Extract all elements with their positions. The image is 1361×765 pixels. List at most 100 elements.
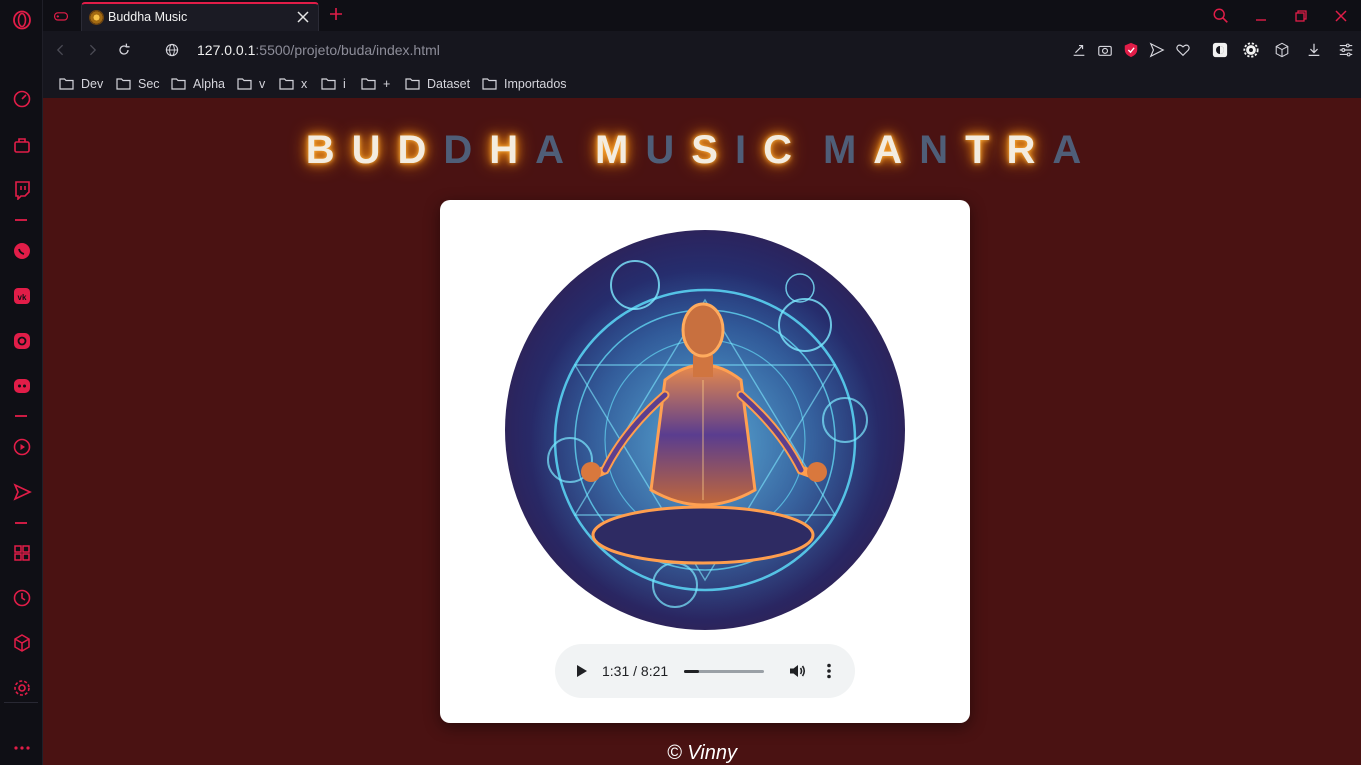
bookmark-folder[interactable]: Dev	[59, 75, 103, 92]
site-info-icon[interactable]	[162, 40, 182, 60]
reload-icon[interactable]	[114, 40, 134, 60]
sidebar-separator	[15, 522, 27, 524]
forward-icon[interactable]	[82, 40, 102, 60]
folder-icon	[361, 78, 376, 90]
folder-icon	[116, 78, 131, 90]
page-title: BUDDHA MUSIC MANTRA	[43, 128, 1361, 173]
title-letter: A	[1052, 128, 1099, 172]
title-letter: U	[645, 128, 692, 172]
more-icon[interactable]	[11, 737, 33, 759]
title-letter: M	[822, 128, 874, 172]
sidebar-separator	[15, 219, 27, 221]
minimize-icon[interactable]	[1241, 0, 1281, 31]
folder-icon	[321, 78, 336, 90]
sidebar-separator	[4, 702, 38, 703]
bookmark-label: Dataset	[427, 76, 471, 91]
easy-setup-icon[interactable]	[1337, 41, 1355, 59]
discord-icon[interactable]	[11, 375, 33, 397]
heart-icon[interactable]	[1174, 41, 1192, 59]
player-card: 1:31 / 8:21	[440, 200, 970, 723]
folder-icon	[482, 78, 497, 90]
dark-mode-icon[interactable]	[1211, 41, 1229, 59]
title-letter: R	[1006, 128, 1053, 172]
send-icon[interactable]	[11, 481, 33, 503]
album-art-image	[505, 230, 905, 630]
bookmark-folder[interactable]: +	[361, 75, 390, 92]
folder-icon	[237, 78, 252, 90]
bookmark-folder[interactable]: i	[321, 75, 346, 92]
footer-credit: © Vinny	[667, 742, 737, 764]
instagram-icon[interactable]	[11, 330, 33, 352]
bookmark-label: Dev	[81, 76, 104, 91]
bookmark-label: Alpha	[193, 76, 225, 91]
close-window-icon[interactable]	[1321, 0, 1361, 31]
flow-send-icon[interactable]	[1148, 41, 1166, 59]
player-icon[interactable]	[11, 436, 33, 458]
bookmark-folder[interactable]: Importados	[482, 75, 567, 92]
download-icon[interactable]	[1305, 41, 1323, 59]
restore-icon[interactable]	[1281, 0, 1321, 31]
url-path: :5500/projeto/buda/index.html	[255, 42, 440, 58]
title-letter: B	[305, 128, 352, 172]
whatsapp-icon[interactable]	[11, 240, 33, 262]
extensions-gear-icon[interactable]	[1242, 41, 1260, 59]
favicon-icon	[89, 10, 104, 25]
title-letter: H	[489, 128, 536, 172]
title-letter: A	[873, 128, 920, 172]
new-tab-icon[interactable]	[327, 5, 345, 23]
settings-icon[interactable]	[11, 677, 33, 699]
title-letter: M	[595, 128, 646, 172]
bookmark-label: Importados	[504, 76, 567, 91]
title-letter: C	[763, 128, 809, 172]
bookmark-folder[interactable]: v	[237, 75, 265, 92]
tab-bar: Buddha Music	[43, 0, 1361, 31]
tab-title: Buddha Music	[108, 10, 188, 24]
close-tab-icon[interactable]	[295, 9, 311, 25]
cube-icon[interactable]	[1273, 41, 1291, 59]
bookmark-folder[interactable]: Alpha	[171, 75, 225, 92]
bookmark-folder[interactable]: Sec	[116, 75, 160, 92]
title-letter	[581, 128, 595, 173]
bookmark-label: v	[259, 76, 266, 91]
folder-icon	[405, 78, 420, 90]
history-icon[interactable]	[11, 587, 33, 609]
vk-icon[interactable]: vk	[11, 285, 33, 307]
url-field[interactable]: 127.0.0.1:5500/projeto/buda/index.html	[197, 42, 440, 58]
shopping-icon[interactable]	[11, 134, 33, 156]
sidebar-separator	[15, 415, 27, 417]
more-options-icon[interactable]	[819, 661, 839, 681]
bookmarks-bar: Dev Sec Alpha v x i + Dataset Importados	[43, 69, 1361, 98]
title-letter: N	[919, 128, 966, 172]
adblock-shield-icon[interactable]	[1122, 41, 1140, 59]
share-icon[interactable]	[1070, 41, 1088, 59]
camera-icon[interactable]	[1096, 41, 1114, 59]
progress-fill	[684, 670, 699, 673]
folder-icon	[279, 78, 294, 90]
speed-dial-icon[interactable]	[11, 88, 33, 110]
time-display: 1:31 / 8:21	[602, 663, 669, 679]
search-tabs-icon[interactable]	[1201, 0, 1241, 31]
address-bar: 127.0.0.1:5500/projeto/buda/index.html	[43, 31, 1361, 69]
twitch-icon[interactable]	[11, 179, 33, 201]
title-letter	[809, 128, 823, 173]
play-icon[interactable]	[571, 661, 591, 681]
opera-logo-icon[interactable]	[11, 9, 33, 31]
bookmark-folder[interactable]: x	[279, 75, 307, 92]
audio-player: 1:31 / 8:21	[555, 644, 855, 698]
volume-icon[interactable]	[787, 661, 807, 681]
title-letter: T	[965, 128, 1007, 172]
bookmark-label: +	[383, 76, 391, 91]
progress-slider[interactable]	[684, 670, 764, 673]
browser-sidebar: vk	[0, 0, 43, 765]
apps-icon[interactable]	[11, 542, 33, 564]
box-icon[interactable]	[11, 632, 33, 654]
title-letter: D	[397, 128, 444, 172]
back-icon[interactable]	[51, 40, 71, 60]
gamepad-icon[interactable]	[51, 6, 71, 26]
tab-buddha-music[interactable]: Buddha Music	[81, 2, 319, 31]
title-letter: I	[734, 128, 764, 172]
bookmark-label: x	[301, 76, 308, 91]
bookmark-folder[interactable]: Dataset	[405, 75, 470, 92]
bookmark-label: i	[343, 76, 346, 91]
svg-text:vk: vk	[18, 293, 27, 302]
